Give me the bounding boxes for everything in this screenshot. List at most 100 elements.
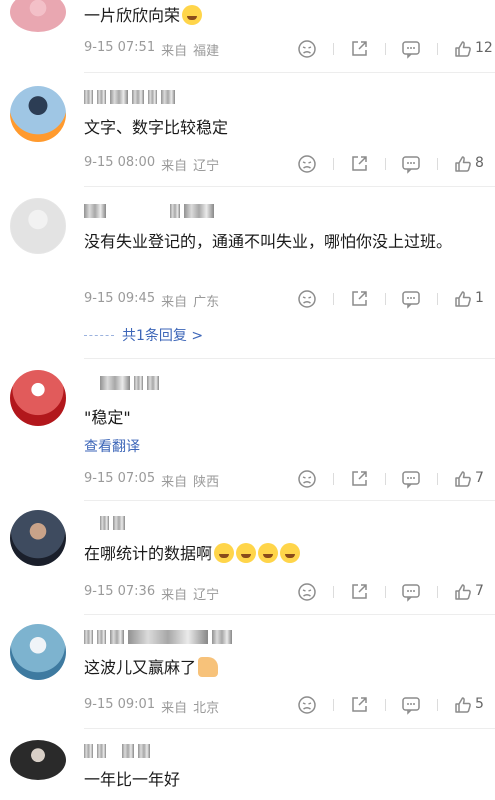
username-blurred[interactable] [84, 630, 232, 644]
like-icon [455, 471, 471, 487]
like-button[interactable]: 7 [437, 469, 484, 489]
comment-actions: 5 [293, 695, 488, 715]
translate-link[interactable]: 查看翻译 [84, 436, 140, 456]
view-replies-link[interactable]: 共1条回复 > [84, 325, 203, 345]
divider [84, 358, 495, 359]
divider [385, 293, 386, 305]
divider [84, 334, 114, 336]
comment-button[interactable] [385, 469, 429, 489]
comment-button[interactable] [385, 582, 429, 602]
username-blurred[interactable] [84, 516, 125, 530]
like-count: 5 [475, 696, 484, 712]
comment-meta: 9-15 07:51 来自 福建 [84, 40, 220, 59]
divider [437, 158, 438, 170]
username-blurred[interactable] [84, 90, 175, 104]
divider [84, 728, 495, 729]
divider [333, 158, 334, 170]
divider [385, 586, 386, 598]
username-blurred[interactable] [84, 744, 150, 758]
like-button[interactable]: 5 [437, 695, 484, 715]
avatar[interactable] [10, 740, 66, 780]
share-button[interactable] [333, 695, 377, 715]
avatar[interactable] [10, 370, 66, 426]
avatar[interactable] [10, 0, 66, 32]
comment-meta: 9-15 07:05 来自 陕西 [84, 471, 220, 490]
comment-icon [402, 291, 420, 309]
comment-text: 一片欣欣向荣 [84, 2, 484, 30]
share-button[interactable] [333, 154, 377, 174]
dislike-button[interactable] [293, 154, 325, 174]
divider [385, 699, 386, 711]
divider [84, 186, 495, 187]
comment-button[interactable] [385, 154, 429, 174]
divider [84, 614, 495, 615]
comment-actions: 1 [293, 289, 488, 309]
share-button[interactable] [333, 582, 377, 602]
dislike-icon [298, 290, 316, 308]
share-icon [352, 156, 367, 171]
divider [84, 500, 495, 501]
share-button[interactable] [333, 469, 377, 489]
divider [333, 586, 334, 598]
dislike-button[interactable] [293, 695, 325, 715]
divider [333, 293, 334, 305]
comment-icon [402, 41, 420, 59]
like-button[interactable]: 7 [437, 582, 484, 602]
like-icon [455, 697, 471, 713]
comment-meta: 9-15 09:45 来自 广东 [84, 291, 220, 310]
divider [333, 473, 334, 485]
comment-button[interactable] [385, 39, 429, 59]
comment-text: 在哪统计的数据啊 [84, 540, 484, 568]
comment-icon [402, 156, 420, 174]
comment-button[interactable] [385, 289, 429, 309]
divider [84, 72, 495, 73]
like-button[interactable]: 1 [437, 289, 484, 309]
dislike-button[interactable] [293, 289, 325, 309]
comment-text: "稳定" [84, 408, 131, 427]
comment-meta: 9-15 09:01 来自 北京 [84, 697, 220, 716]
share-icon [352, 697, 367, 712]
dislike-button[interactable] [293, 39, 325, 59]
divider [437, 43, 438, 55]
like-count: 7 [475, 583, 484, 599]
avatar[interactable] [10, 198, 66, 254]
share-button[interactable] [333, 39, 377, 59]
smile-emoji-icon [182, 5, 203, 25]
comment-button[interactable] [385, 695, 429, 715]
divider [333, 43, 334, 55]
avatar[interactable] [10, 86, 66, 142]
dislike-icon [298, 155, 316, 173]
divider [385, 473, 386, 485]
share-button[interactable] [333, 289, 377, 309]
username-blurred[interactable] [84, 376, 159, 390]
share-icon [352, 291, 367, 306]
divider [333, 699, 334, 711]
dislike-icon [298, 583, 316, 601]
dislike-button[interactable] [293, 469, 325, 489]
divider [385, 158, 386, 170]
like-button[interactable]: 8 [437, 154, 484, 174]
comment-meta: 9-15 07:36 来自 辽宁 [84, 584, 220, 603]
dislike-button[interactable] [293, 582, 325, 602]
comment-text: 文字、数字比较稳定 [84, 118, 229, 137]
laughing-emoji-icon [258, 543, 279, 563]
comment-actions: 8 [293, 154, 488, 174]
avatar[interactable] [10, 624, 66, 680]
username-blurred[interactable] [84, 204, 214, 218]
comment-meta: 9-15 08:00 来自 辽宁 [84, 155, 220, 174]
comment-text: 没有失业登记的，通通不叫失业，哪怕你没上过班。 [84, 232, 453, 251]
like-icon [455, 156, 471, 172]
comment-actions: 7 [293, 469, 488, 489]
like-icon [455, 291, 471, 307]
like-button[interactable]: 12 [437, 39, 493, 59]
comment-text: 这波儿又赢麻了 [84, 654, 484, 682]
divider [437, 293, 438, 305]
comment-actions: 7 [293, 582, 488, 602]
like-count: 7 [475, 470, 484, 486]
comment-icon [402, 697, 420, 715]
dislike-icon [298, 40, 316, 58]
divider [437, 473, 438, 485]
avatar[interactable] [10, 510, 66, 566]
comment-text: 一年比一年好 [84, 770, 181, 789]
share-icon [352, 584, 367, 599]
